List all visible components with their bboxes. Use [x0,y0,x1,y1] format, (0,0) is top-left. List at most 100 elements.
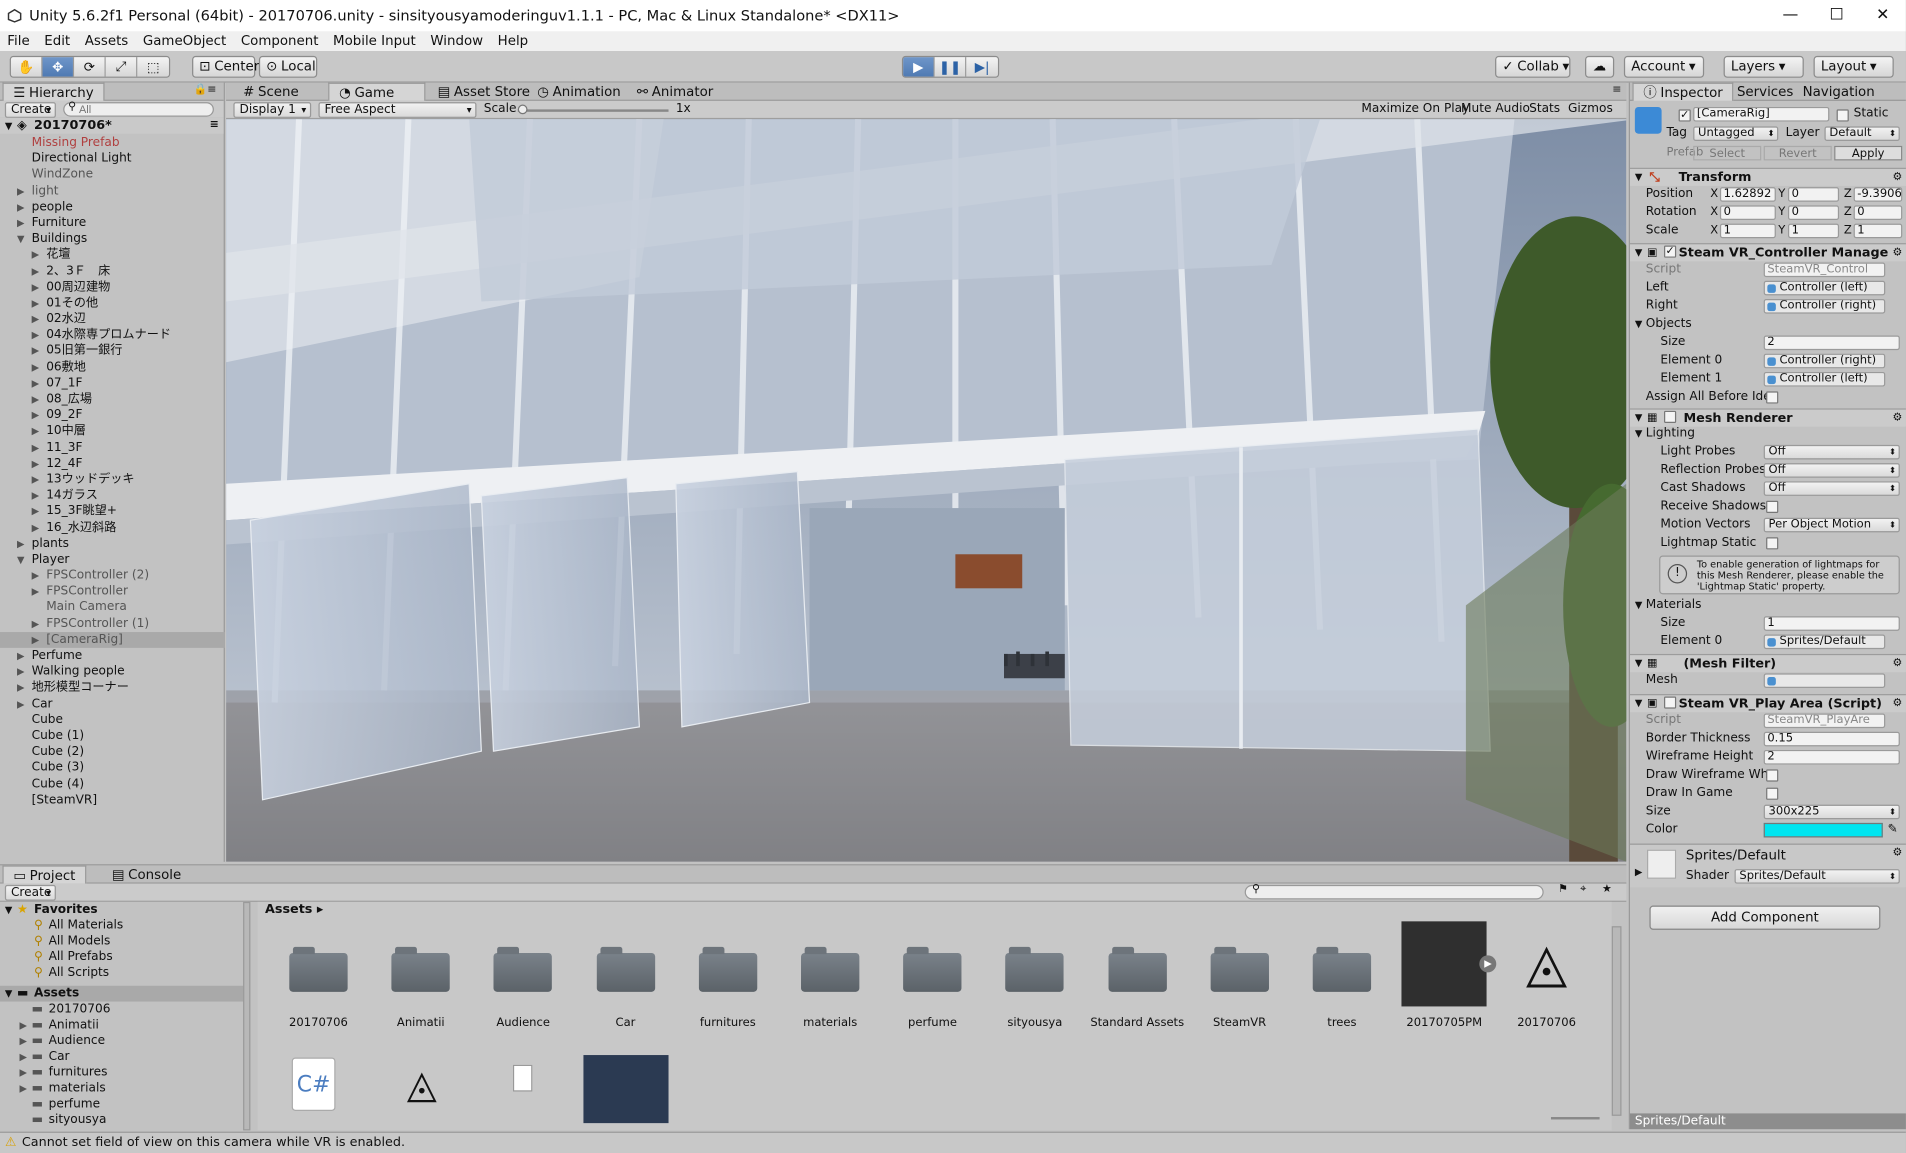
collapse-arrow-icon[interactable]: ▶ [17,680,24,696]
rotate-tool-icon[interactable]: ⟳ [74,57,106,77]
cast-shadows-dropdown[interactable]: Off [1763,481,1900,496]
scale-tool-icon[interactable]: ⤢ [105,57,138,77]
component-enabled-checkbox[interactable] [1664,696,1677,709]
hierarchy-item[interactable]: ▶ light [0,183,225,199]
objects-row[interactable]: ▼ Objects [1630,316,1906,333]
hierarchy-item[interactable]: ▶ 09_2F [0,407,225,423]
filter-type-icon[interactable]: ⚑ [1558,884,1568,896]
receive-shadows-checkbox[interactable] [1766,500,1779,513]
csharp-script-icon[interactable]: C# [291,1057,336,1111]
stats-toggle[interactable]: Stats [1529,102,1560,115]
favorites-row[interactable]: ▼ ★ Favorites [0,902,248,918]
hierarchy-item[interactable]: ▶ FPSController (1) [0,616,225,632]
menu-assets[interactable]: Assets [77,32,135,51]
component-enabled-checkbox[interactable]: ✓ [1664,245,1677,258]
collapse-arrow-icon[interactable]: ▶ [32,375,39,391]
assign-checkbox[interactable] [1766,391,1779,404]
tab-game[interactable]: ◔ Game [328,82,426,101]
settings-gear-icon[interactable]: ⚙ [1892,169,1902,186]
hierarchy-item[interactable]: ▶ plants [0,536,225,552]
game-viewport[interactable] [226,119,1627,862]
create-dropdown[interactable]: Create [4,884,56,901]
lightmap-static-checkbox[interactable] [1766,537,1779,550]
display-dropdown[interactable]: Display 1 [233,102,312,118]
hierarchy-item[interactable]: ▶ 01その他 [0,295,225,311]
scene-menu-icon[interactable]: ≡ [210,118,219,134]
collapse-arrow-icon[interactable]: ▶ [19,1081,26,1097]
mesh-renderer-header[interactable]: ▼ ▦ Mesh Renderer ⚙ [1629,408,1906,427]
prefab-preview-icon[interactable] [583,1055,669,1124]
asset-item[interactable]: furnitures [677,921,779,1030]
asset-folder-item[interactable]: ▬ 20170706 [0,1002,248,1018]
asset-folder-item[interactable]: ▶ ▬ Audience [0,1033,248,1049]
hierarchy-item[interactable]: ▶ 04水際専プロムナード [0,327,225,343]
hierarchy-item[interactable]: ▶ 2、3Ｆ 床 [0,263,225,279]
draw-in-game-checkbox[interactable] [1766,787,1779,800]
motion-vectors-dropdown[interactable]: Per Object Motion [1763,517,1900,533]
collapse-arrow-icon[interactable]: ▶ [32,327,39,343]
rotation-z-field[interactable]: 0 [1853,205,1903,221]
asset-item[interactable]: ◬ 20170706 [1496,921,1598,1029]
layout-dropdown[interactable]: Layout ▾ [1813,55,1894,78]
element0-field[interactable]: Controller (right) [1763,353,1886,369]
menu-window[interactable]: Window [423,32,490,51]
collapse-arrow-icon[interactable]: ▶ [17,183,24,199]
materials-row[interactable]: ▼ Materials [1630,597,1906,614]
lighting-row[interactable]: ▼ Lighting [1630,425,1906,442]
hierarchy-item[interactable]: ▶ 10中層 [0,423,225,439]
hierarchy-item[interactable]: ▼ Buildings [0,231,225,247]
hierarchy-item[interactable]: ▶ 07_1F [0,375,225,391]
asset-item[interactable]: Animatii [370,921,472,1030]
play-area-size-dropdown[interactable]: 300x225 [1763,804,1900,820]
tag-dropdown[interactable]: Untagged [1693,126,1779,141]
minimize-button[interactable]: — [1767,0,1813,32]
asset-item[interactable]: perfume [881,921,983,1030]
collapse-arrow-icon[interactable]: ▶ [17,536,24,552]
hierarchy-item[interactable]: ▶ Perfume [0,648,225,664]
hierarchy-item[interactable]: Directional Light [0,151,225,167]
asset-item[interactable]: Car [574,921,676,1030]
position-z-field[interactable]: -9.3906 [1853,187,1903,202]
aspect-dropdown[interactable]: Free Aspect [318,102,477,118]
breadcrumb[interactable]: Assets ▸ [265,902,323,917]
asset-item[interactable]: sityousya [984,921,1086,1030]
tab-navigation[interactable]: Navigation [1793,83,1885,101]
maximize-button[interactable]: ☐ [1814,0,1860,32]
tab-animation[interactable]: ◷ Animation [528,83,631,101]
hierarchy-item[interactable]: Cube (1) [0,728,225,744]
hierarchy-item[interactable]: ▶ 08_広場 [0,391,225,407]
hierarchy-item[interactable]: ▶ Furniture [0,215,225,231]
grid-scrollbar[interactable] [1611,926,1622,1116]
scale-x-field[interactable]: 1 [1719,223,1776,239]
pivot-center-button[interactable]: ⊡ Center [192,55,259,78]
materials-size-field[interactable]: 1 [1763,616,1900,631]
file-icon[interactable] [512,1064,533,1092]
right-object-field[interactable]: Controller (right) [1763,299,1886,314]
hierarchy-search-input[interactable] [63,102,214,117]
collapse-arrow-icon[interactable]: ▶ [19,1049,26,1065]
panel-menu-icon[interactable]: ≡ [1612,84,1621,96]
scene-header[interactable]: ▼ ◈ 20170706* ≡ [0,117,224,134]
hand-tool-icon[interactable]: ✋ [10,57,43,77]
collapse-arrow-icon[interactable]: ▶ [17,664,24,680]
menu-help[interactable]: Help [490,32,535,51]
asset-item[interactable]: ▶ 20170705PM [1393,921,1497,1030]
asset-item[interactable]: SteamVR [1189,921,1291,1030]
play-button[interactable]: ▶ [903,57,935,77]
collapse-arrow-icon[interactable]: ▶ [32,263,39,279]
collab-dropdown[interactable]: ✓ Collab ▾ [1495,55,1571,78]
account-dropdown[interactable]: Account ▾ [1623,55,1705,78]
favorite-item[interactable]: ⚲ All Prefabs [0,949,248,965]
hierarchy-item[interactable]: ▶ FPSController (2) [0,568,225,584]
collapse-arrow-icon[interactable]: ▶ [32,488,39,504]
move-tool-icon[interactable]: ✥ [42,57,75,77]
left-object-field[interactable]: Controller (left) [1763,280,1886,296]
filter-label-icon[interactable]: ⌖ [1580,884,1586,896]
hierarchy-item[interactable]: ▶ 地形模型コーナー [0,680,225,696]
create-dropdown[interactable]: Create [4,102,56,118]
hierarchy-item[interactable]: Cube (3) [0,760,225,776]
hierarchy-item[interactable]: ▶ 花壇 [0,247,225,263]
favorite-star-icon[interactable]: ★ [1602,884,1612,896]
play-preview-icon[interactable]: ▶ [1479,955,1497,973]
asset-item[interactable]: 20170706 [267,921,369,1030]
